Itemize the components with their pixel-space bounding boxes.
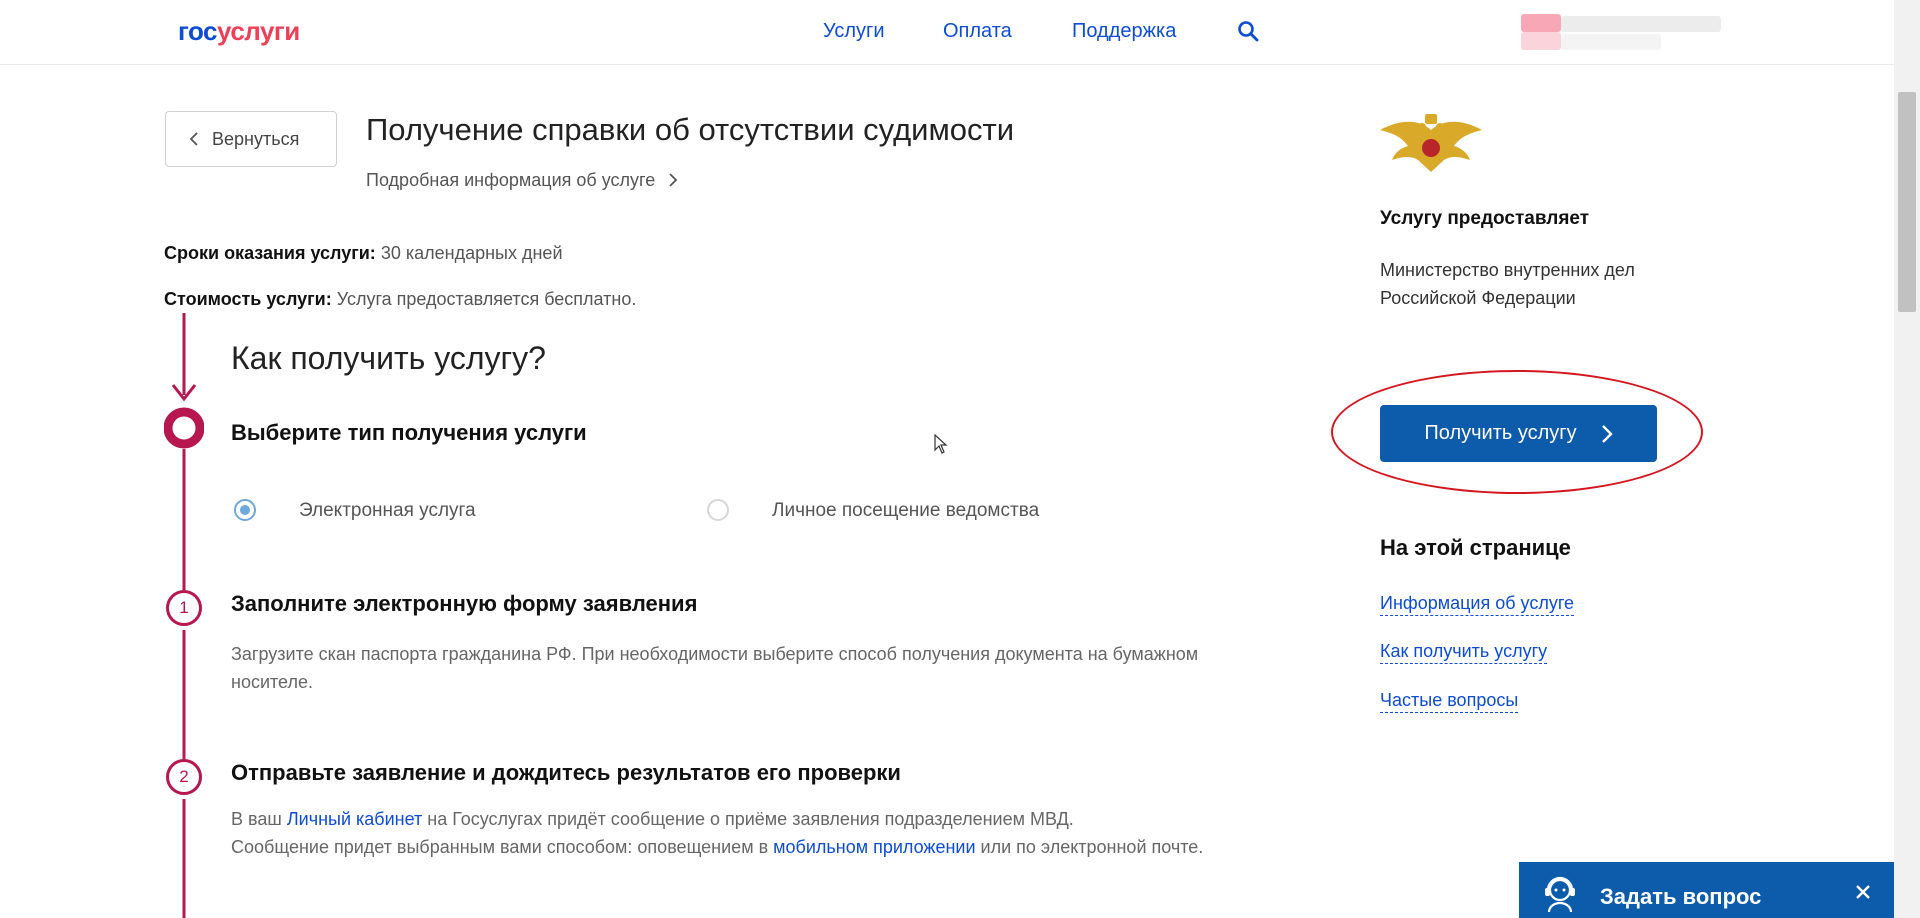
nav-payment[interactable]: Оплата — [943, 20, 1012, 43]
nav-support[interactable]: Поддержка — [1072, 20, 1176, 43]
support-agent-icon — [1545, 876, 1575, 913]
page-title: Получение справки об отсутствии судимост… — [366, 112, 1015, 147]
step-1-text: Загрузите скан паспорта гражданина РФ. П… — [231, 644, 1199, 692]
close-icon[interactable] — [1855, 884, 1871, 900]
service-term: Сроки оказания услуги: 30 календарных дн… — [164, 243, 563, 263]
personal-account-link[interactable]: Личный кабинет — [287, 809, 422, 829]
provider-heading: Услугу предоставляет — [1380, 208, 1590, 229]
on-page-link-info[interactable]: Информация об услуге — [1380, 593, 1575, 616]
mobile-app-link[interactable]: мобильном приложении — [773, 837, 975, 857]
ask-question-label: Задать вопрос — [1600, 884, 1762, 909]
step-2-number: 2 — [166, 759, 202, 795]
how-to-get-heading: Как получить услугу? — [231, 340, 546, 376]
user-profile-blurred[interactable] — [1521, 14, 1721, 52]
step-0-title: Выберите тип получения услуги — [231, 420, 587, 445]
scrollbar-thumb[interactable] — [1898, 92, 1916, 312]
on-page-link-how[interactable]: Как получить услугу — [1380, 641, 1548, 664]
step-1-title: Заполните электронную форму заявления — [231, 591, 698, 616]
radio-personal-visit[interactable] — [707, 499, 729, 521]
gosuslugi-logo[interactable]: госуслуги — [178, 16, 300, 47]
chevron-right-icon — [669, 173, 678, 187]
step-1-number: 1 — [166, 590, 202, 626]
radio-electronic-label[interactable]: Электронная услуга — [299, 500, 476, 522]
search-icon[interactable] — [1237, 20, 1259, 42]
radio-personal-visit-label[interactable]: Личное посещение ведомства — [772, 500, 1039, 522]
header: госуслуги Услуги Оплата Поддержка — [0, 0, 1894, 65]
step-2-title: Отправьте заявление и дождитесь результа… — [231, 760, 901, 785]
back-button-label: Вернуться — [212, 128, 300, 149]
nav-services[interactable]: Услуги — [823, 20, 885, 43]
chevron-left-icon — [190, 132, 198, 146]
service-cost: Стоимость услуги: Услуга предоставляется… — [164, 289, 637, 309]
ask-question-widget[interactable]: Задать вопрос — [1519, 862, 1894, 918]
emblem-icon — [1380, 114, 1482, 172]
back-button[interactable]: Вернуться — [165, 111, 337, 167]
on-page-link-faq[interactable]: Частые вопросы — [1380, 690, 1519, 713]
radio-electronic[interactable] — [234, 499, 256, 521]
on-page-heading: На этой странице — [1380, 535, 1571, 560]
step-2-text: В ваш Личный кабинет на Госуслугах придё… — [231, 809, 1204, 857]
highlight-ellipse — [1331, 370, 1703, 494]
mouse-cursor-icon — [934, 434, 948, 454]
service-details-link[interactable]: Подробная информация об услуге — [366, 170, 678, 191]
provider-name: Министерство внутренних дел Российской Ф… — [1380, 260, 1635, 308]
